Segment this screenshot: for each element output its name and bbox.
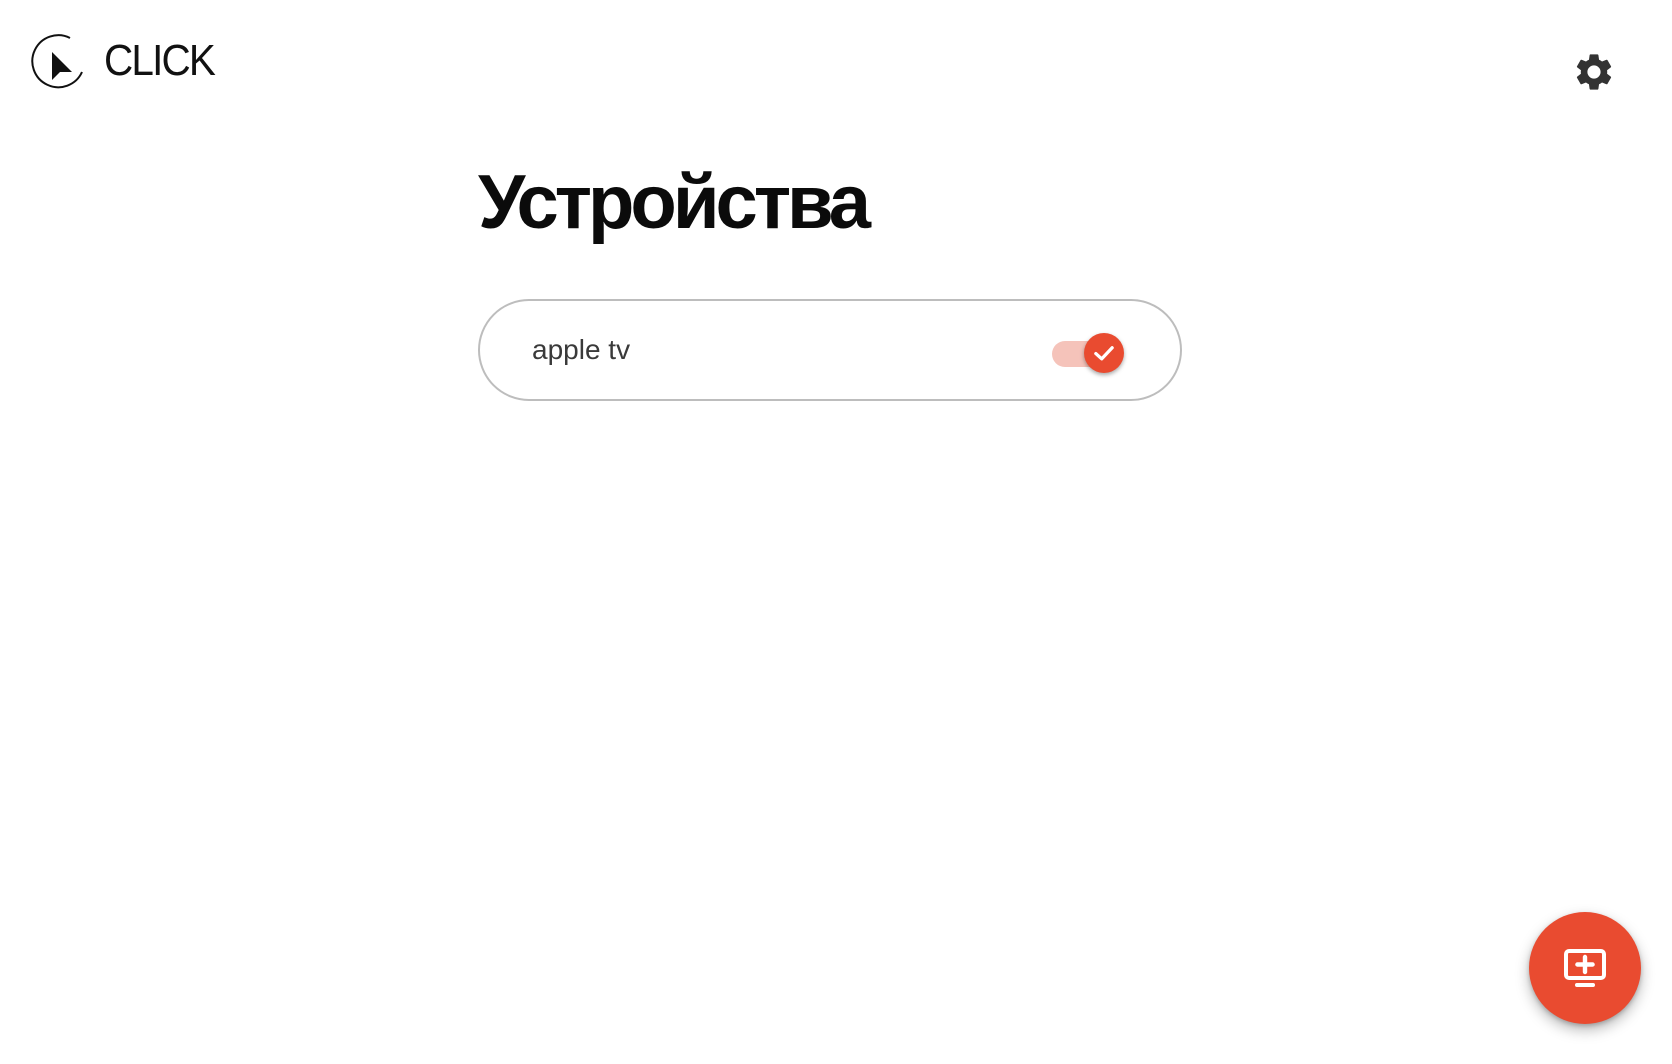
add-device-button[interactable]: [1529, 912, 1641, 1024]
settings-button[interactable]: [1570, 48, 1618, 96]
device-card[interactable]: apple tv: [478, 299, 1182, 401]
device-toggle[interactable]: [1050, 333, 1124, 373]
toggle-knob: [1084, 333, 1124, 373]
app-root: CLICK Устройства apple tv: [0, 0, 1672, 1064]
add-to-screen-icon: [1564, 949, 1606, 987]
brand-name: CLICK: [104, 36, 216, 85]
play-cursor-logo-icon: [31, 34, 83, 89]
app-logo[interactable]: CLICK: [30, 32, 224, 90]
check-icon: [1094, 346, 1114, 361]
gear-icon: [1576, 54, 1612, 90]
device-name: apple tv: [532, 334, 631, 365]
page-title: Устройства: [478, 160, 871, 245]
